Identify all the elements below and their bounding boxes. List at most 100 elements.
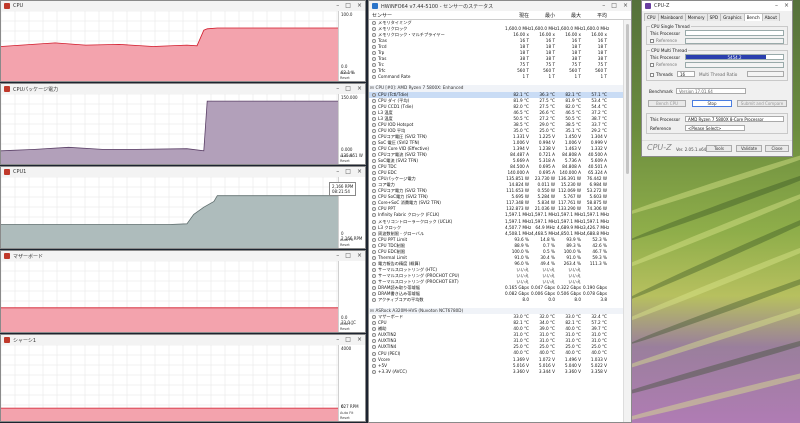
graph-titlebar[interactable]: CPUパッケージ電力 – □ × bbox=[1, 84, 365, 94]
sensor-graph-window: シャーシ1– □ × 4000 627 RPM 0 Auto Fit Reset bbox=[0, 334, 366, 422]
minimize-icon[interactable]: – bbox=[336, 86, 339, 92]
close-icon[interactable]: × bbox=[357, 337, 362, 343]
reset-button[interactable]: Reset bbox=[340, 76, 350, 80]
sensor-icon bbox=[372, 75, 376, 80]
close-button[interactable]: Close bbox=[765, 145, 789, 152]
tab-2[interactable]: Memory bbox=[684, 13, 708, 21]
sensor-icon bbox=[372, 171, 376, 176]
validate-button[interactable]: Validate bbox=[736, 145, 762, 152]
auto-fit-button[interactable]: Auto Fit bbox=[340, 322, 353, 326]
cpuz-titlebar[interactable]: CPU-Z – × bbox=[642, 1, 792, 11]
column-current[interactable]: 現在 bbox=[505, 12, 531, 19]
close-icon[interactable]: × bbox=[357, 169, 362, 175]
sensor-icon bbox=[372, 159, 376, 164]
sensor-scrollbar[interactable] bbox=[623, 20, 631, 422]
sensor-row[interactable]: +3.3V (AVCC) 3.360 V 3.344 V 3.360 V 3.358 V bbox=[369, 369, 623, 375]
sensor-icon bbox=[372, 369, 376, 374]
graph-min-label: 0 bbox=[341, 231, 344, 236]
auto-fit-button[interactable]: Auto Fit bbox=[340, 411, 353, 415]
multi-this-label: This Processor bbox=[650, 55, 681, 60]
sensor-icon bbox=[372, 128, 376, 133]
single-ref-checkbox[interactable] bbox=[650, 39, 654, 43]
graph-plot bbox=[1, 345, 339, 421]
graph-max-label: 100.0 bbox=[341, 12, 353, 17]
multi-ref-checkbox[interactable] bbox=[650, 63, 654, 67]
maximize-icon[interactable]: □ bbox=[345, 337, 351, 343]
submit-compare-button[interactable]: Submit and Compare bbox=[737, 100, 787, 107]
multi-ref-bar bbox=[685, 62, 784, 68]
sensor-icon bbox=[372, 219, 376, 224]
minimize-icon[interactable]: – bbox=[336, 169, 339, 175]
close-icon[interactable]: × bbox=[784, 3, 789, 9]
graph-svg bbox=[1, 177, 339, 248]
close-icon[interactable]: × bbox=[357, 253, 362, 259]
multi-ref-label: Reference bbox=[650, 62, 677, 67]
threads-select[interactable]: 16 bbox=[677, 71, 695, 77]
tab-3[interactable]: SPD bbox=[706, 13, 722, 21]
reference-select[interactable]: <Please Select> bbox=[685, 125, 745, 131]
sensor-icon bbox=[372, 57, 376, 62]
graph-max-label: 4000 bbox=[341, 346, 352, 351]
tab-6[interactable]: About bbox=[761, 13, 781, 21]
maximize-icon[interactable]: □ bbox=[345, 3, 351, 9]
sensor-list[interactable]: メモリタイミング メモリクロック 1,600.0 MHz 1,600.0 MHz 1,6… bbox=[369, 20, 623, 422]
graph-titlebar[interactable]: マザーボード – □ × bbox=[1, 251, 365, 261]
reset-button[interactable]: Reset bbox=[340, 327, 350, 331]
single-ref-bar bbox=[685, 38, 784, 44]
sensor-row[interactable]: Command Rate 1 T 1 T 1 T 1 T bbox=[369, 74, 623, 80]
single-ref-label: Reference bbox=[650, 38, 677, 43]
reset-button[interactable]: Reset bbox=[340, 159, 350, 163]
column-min[interactable]: 最小 bbox=[531, 12, 557, 19]
sensor-icon bbox=[372, 213, 376, 218]
sensor-graph-window: マザーボード – □ × 33.0 °C 0.0 Auto Fit Reset bbox=[0, 250, 366, 333]
tab-1[interactable]: Mainboard bbox=[657, 13, 686, 21]
hwinfo-titlebar[interactable]: HWiNFO64 v7.44-5100 - センサーのステータス – □ × bbox=[369, 1, 631, 11]
tools-button[interactable]: Tools bbox=[706, 145, 732, 152]
column-average[interactable]: 平均 bbox=[583, 12, 609, 19]
maximize-icon[interactable]: □ bbox=[345, 253, 351, 259]
auto-fit-button[interactable]: Auto Fit bbox=[340, 154, 353, 158]
sensor-icon bbox=[372, 51, 376, 56]
minimize-icon[interactable]: – bbox=[775, 3, 778, 9]
hwinfo-title: HWiNFO64 v7.44-5100 - センサーのステータス bbox=[381, 3, 494, 10]
bench-cpu-button[interactable]: Bench CPU bbox=[648, 100, 686, 107]
maximize-icon[interactable]: □ bbox=[345, 86, 351, 92]
minimize-icon[interactable]: – bbox=[336, 337, 339, 343]
auto-fit-button[interactable]: Auto Fit bbox=[340, 71, 353, 75]
tab-5[interactable]: Bench bbox=[743, 13, 763, 21]
scrollbar-thumb[interactable] bbox=[626, 24, 629, 174]
sensor-icon bbox=[372, 339, 376, 344]
column-max[interactable]: 最大 bbox=[557, 12, 583, 19]
threads-checkbox[interactable] bbox=[650, 73, 654, 77]
graph-titlebar[interactable]: シャーシ1 – □ × bbox=[1, 335, 365, 345]
sensor-icon bbox=[372, 298, 376, 303]
minimize-icon[interactable]: – bbox=[336, 3, 339, 9]
close-icon[interactable]: × bbox=[357, 86, 362, 92]
minimize-icon[interactable]: – bbox=[336, 253, 339, 259]
cpuz-window: CPU-Z – × CPU Mainboard Memory SPD Graphics B… bbox=[641, 0, 793, 157]
graph-min-label: 0.0 bbox=[341, 64, 348, 69]
close-icon[interactable]: × bbox=[623, 3, 628, 9]
minimize-icon[interactable]: – bbox=[602, 3, 605, 9]
tab-4[interactable]: Graphics bbox=[720, 13, 745, 21]
reset-button[interactable]: Reset bbox=[340, 416, 350, 420]
graph-plot bbox=[1, 261, 339, 332]
sensor-row[interactable]: アクティブコアの平均数 8.0 0.0 8.0 3.8 bbox=[369, 297, 623, 303]
sensor-icon bbox=[372, 21, 376, 26]
benchmark-version-select[interactable]: Version 17.01.64 bbox=[676, 88, 746, 94]
stop-button[interactable]: Stop bbox=[692, 100, 732, 107]
sensor-icon bbox=[372, 27, 376, 32]
graph-plot bbox=[1, 177, 339, 248]
close-icon[interactable]: × bbox=[357, 3, 362, 9]
graph-side-panel: 33.0 °C 0.0 Auto Fit Reset bbox=[338, 261, 365, 332]
maximize-icon[interactable]: □ bbox=[611, 3, 617, 9]
column-sensor[interactable]: センサー bbox=[369, 12, 505, 19]
graph-titlebar[interactable]: CPU1 – □ × bbox=[1, 167, 365, 177]
graph-titlebar[interactable]: CPU – □ × bbox=[1, 1, 365, 11]
tab-0[interactable]: CPU bbox=[644, 13, 659, 21]
auto-fit-button[interactable]: Auto Fit bbox=[340, 238, 353, 242]
sensor-icon bbox=[372, 333, 376, 338]
maximize-icon[interactable]: □ bbox=[345, 169, 351, 175]
reset-button[interactable]: Reset bbox=[340, 243, 350, 247]
this-processor-value: AMD Ryzen 7 5800X 8-Core Processor bbox=[685, 116, 784, 122]
